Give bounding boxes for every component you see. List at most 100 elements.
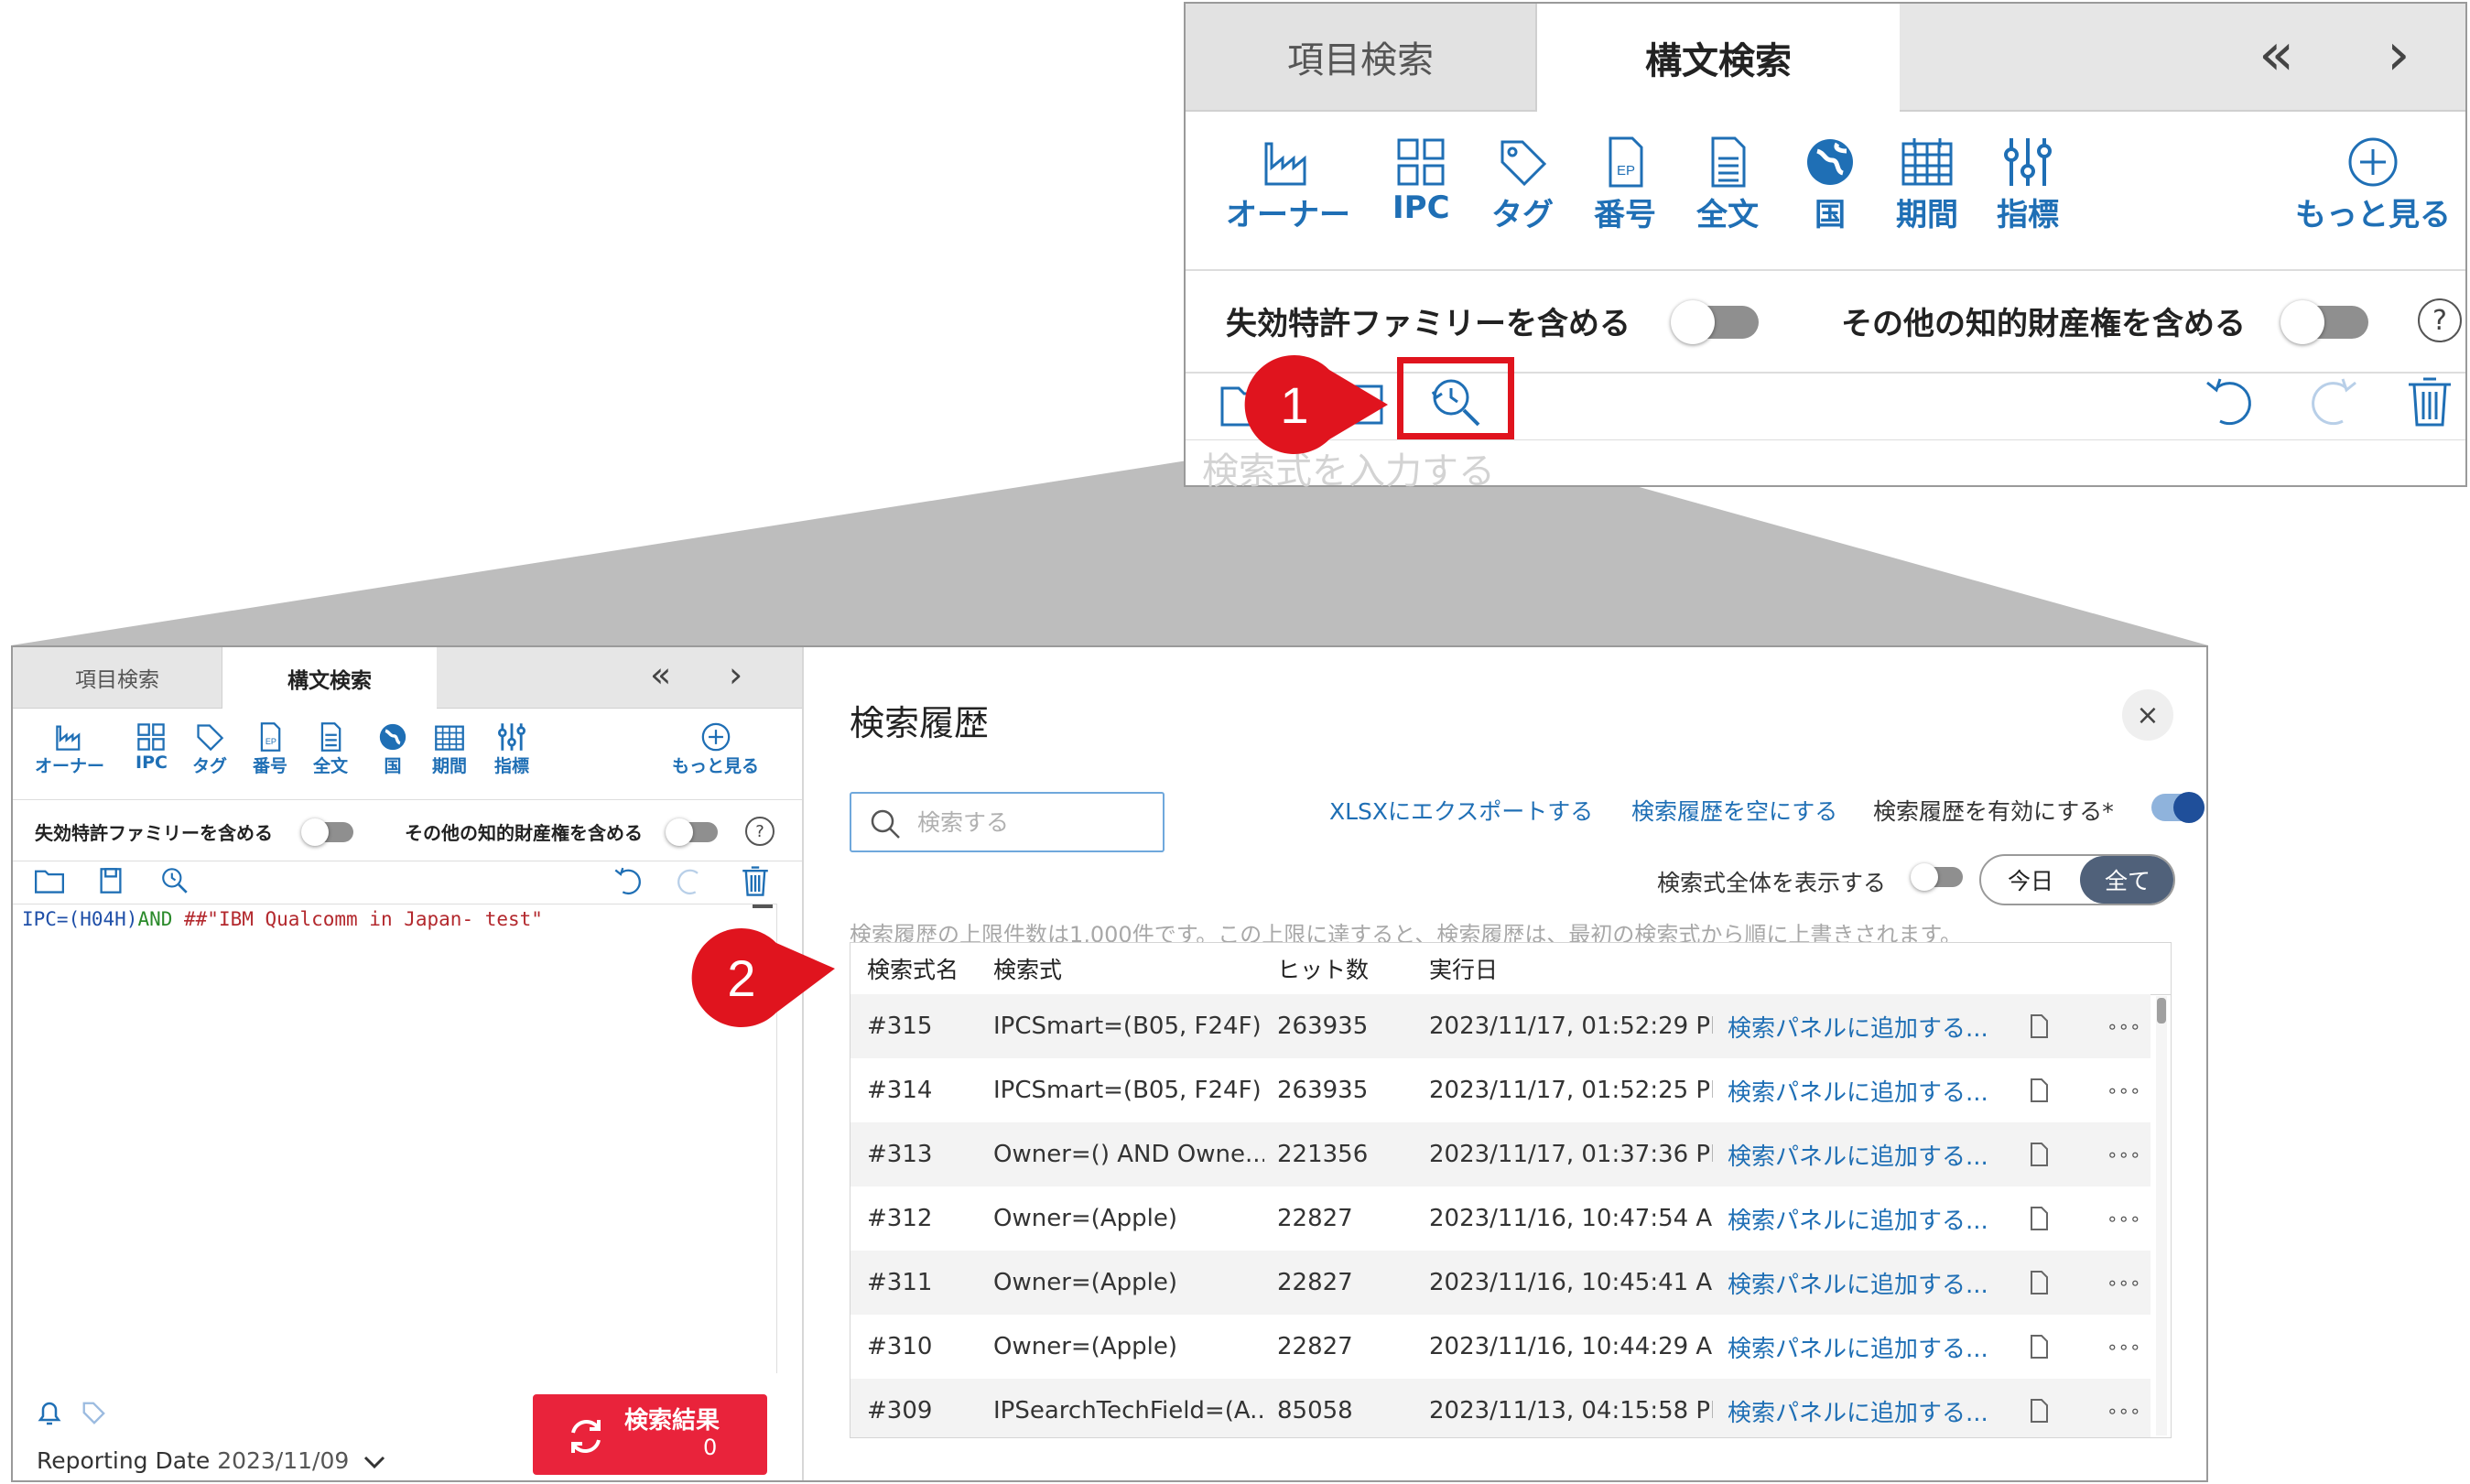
copy-icon[interactable] bbox=[2028, 1315, 2050, 1379]
redo-icon[interactable] bbox=[2308, 377, 2359, 428]
copy-icon[interactable] bbox=[2028, 1058, 2050, 1122]
search-results-button[interactable]: 検索結果 0 bbox=[533, 1394, 767, 1475]
trash-icon[interactable] bbox=[742, 865, 769, 896]
more-options-icon[interactable]: ∘∘∘ bbox=[2107, 1315, 2141, 1379]
tab-field-search[interactable]: 項目検索 bbox=[1186, 4, 1537, 110]
table-scrollbar[interactable] bbox=[2156, 996, 2167, 1435]
factory-icon bbox=[56, 725, 81, 751]
period-tool[interactable]: 期間 bbox=[1896, 136, 1958, 234]
include-other-ip-toggle[interactable] bbox=[666, 818, 718, 846]
segment-today[interactable]: 今日 bbox=[1981, 856, 2080, 904]
add-to-panel-link[interactable]: 検索パネルに追加する... bbox=[1728, 1251, 1988, 1315]
more-options-icon[interactable]: ∘∘∘ bbox=[2107, 1379, 2141, 1437]
owner-tool[interactable]: オーナー bbox=[35, 722, 104, 777]
country-tool[interactable]: 国 bbox=[377, 722, 408, 777]
help-icon[interactable]: ? bbox=[745, 817, 775, 846]
close-button[interactable]: × bbox=[2122, 689, 2173, 741]
tag-tool[interactable]: タグ bbox=[192, 722, 227, 777]
table-row[interactable]: #314 IPCSmart=(B05, F24F) 263935 2023/11… bbox=[850, 1058, 2150, 1122]
row-name: #313 bbox=[867, 1141, 933, 1168]
include-lapsed-toggle[interactable] bbox=[301, 818, 353, 846]
add-to-panel-link[interactable]: 検索パネルに追加する... bbox=[1728, 1379, 1988, 1437]
tool-label: 指標 bbox=[494, 756, 530, 776]
redo-icon[interactable] bbox=[676, 867, 705, 896]
table-row[interactable]: #311 Owner=(Apple) 22827 2023/11/16, 10:… bbox=[850, 1251, 2150, 1315]
callout-marker-2: 2 bbox=[687, 923, 842, 1033]
export-xlsx-link[interactable]: XLSXにエクスポートする bbox=[1329, 794, 1593, 827]
add-to-panel-link[interactable]: 検索パネルに追加する... bbox=[1728, 1186, 1988, 1251]
tag-icon[interactable] bbox=[81, 1400, 106, 1425]
table-row[interactable]: #310 Owner=(Apple) 22827 2023/11/16, 10:… bbox=[850, 1315, 2150, 1379]
column-header-date[interactable]: 実行日 bbox=[1429, 943, 1498, 994]
owner-tool[interactable]: オーナー bbox=[1226, 136, 1350, 234]
help-icon[interactable]: ? bbox=[2418, 298, 2462, 342]
number-tool[interactable]: EP 番号 bbox=[253, 722, 287, 777]
collapse-panel-button[interactable]: « bbox=[650, 655, 671, 695]
indicator-tool[interactable]: 指標 bbox=[1997, 136, 2059, 234]
copy-icon[interactable] bbox=[2028, 1122, 2050, 1186]
history-search-box[interactable] bbox=[850, 792, 1165, 852]
history-search-input[interactable] bbox=[915, 803, 1157, 841]
more-options-icon[interactable]: ∘∘∘ bbox=[2107, 1251, 2141, 1315]
copy-icon[interactable] bbox=[2028, 994, 2050, 1058]
globe-icon bbox=[379, 723, 406, 751]
segment-all[interactable]: 全て bbox=[2080, 856, 2173, 904]
add-to-panel-link[interactable]: 検索パネルに追加する... bbox=[1728, 1315, 1988, 1379]
number-tool[interactable]: EP 番号 bbox=[1594, 136, 1656, 234]
add-to-panel-link[interactable]: 検索パネルに追加する... bbox=[1728, 1122, 1988, 1186]
indicator-tool[interactable]: 指標 bbox=[494, 722, 529, 777]
copy-icon[interactable] bbox=[2028, 1186, 2050, 1251]
include-lapsed-toggle[interactable] bbox=[1671, 300, 1759, 344]
bell-icon[interactable] bbox=[37, 1400, 62, 1427]
undo-icon[interactable] bbox=[2204, 377, 2255, 428]
query-editor[interactable]: IPC=(H04H)AND ##"IBM Qualcomm in Japan- … bbox=[13, 904, 777, 1373]
history-button-highlight bbox=[1397, 357, 1514, 439]
row-hits: 22827 bbox=[1277, 1333, 1353, 1360]
more-options-icon[interactable]: ∘∘∘ bbox=[2107, 994, 2141, 1058]
undo-icon[interactable] bbox=[613, 867, 643, 896]
tag-tool[interactable]: タグ bbox=[1491, 136, 1554, 234]
save-icon[interactable] bbox=[97, 867, 125, 894]
next-tab-button[interactable]: › bbox=[2387, 22, 2410, 88]
copy-icon[interactable] bbox=[2028, 1251, 2050, 1315]
table-row[interactable]: #313 Owner=() AND Owne... 221356 2023/11… bbox=[850, 1122, 2150, 1186]
country-tool[interactable]: 国 bbox=[1803, 136, 1858, 234]
table-row[interactable]: #315 IPCSmart=(B05, F24F) 263935 2023/11… bbox=[850, 994, 2150, 1058]
include-other-ip-toggle[interactable] bbox=[2280, 300, 2368, 344]
clear-history-link[interactable]: 検索履歴を空にする bbox=[1631, 794, 1837, 827]
column-header-query[interactable]: 検索式 bbox=[993, 943, 1062, 994]
tab-field-search[interactable]: 項目検索 bbox=[13, 647, 222, 708]
folder-icon[interactable] bbox=[35, 867, 64, 894]
ipc-tool[interactable]: IPC bbox=[1392, 136, 1450, 226]
fulltext-tool[interactable]: 全文 bbox=[313, 722, 348, 777]
next-tab-button[interactable]: › bbox=[729, 655, 742, 695]
more-options-icon[interactable]: ∘∘∘ bbox=[2107, 1122, 2141, 1186]
trash-icon[interactable] bbox=[2407, 375, 2453, 427]
enable-history-toggle[interactable] bbox=[2151, 792, 2205, 823]
more-options-icon[interactable]: ∘∘∘ bbox=[2107, 1058, 2141, 1122]
plus-circle-icon bbox=[2348, 137, 2398, 187]
reporting-date[interactable]: Reporting Date 2023/11/09 bbox=[37, 1447, 385, 1474]
table-row[interactable]: #309 IPSearchTechField=(A... 85058 2023/… bbox=[850, 1379, 2150, 1437]
ipc-tool[interactable]: IPC bbox=[135, 722, 168, 773]
period-tool[interactable]: 期間 bbox=[432, 722, 467, 777]
copy-icon[interactable] bbox=[2028, 1379, 2050, 1437]
table-row[interactable]: #312 Owner=(Apple) 22827 2023/11/16, 10:… bbox=[850, 1186, 2150, 1251]
chevron-down-icon[interactable] bbox=[363, 1455, 385, 1469]
more-tool[interactable]: もっと見る bbox=[2295, 136, 2451, 234]
column-header-hits[interactable]: ヒット数 bbox=[1277, 943, 1369, 994]
callout-number: 1 bbox=[1280, 375, 1309, 434]
more-tool[interactable]: もっと見る bbox=[672, 722, 759, 777]
add-to-panel-link[interactable]: 検索パネルに追加する... bbox=[1728, 994, 1988, 1058]
collapse-panel-button[interactable]: « bbox=[2259, 22, 2294, 88]
search-history-icon[interactable] bbox=[159, 865, 190, 894]
more-options-icon[interactable]: ∘∘∘ bbox=[2107, 1186, 2141, 1251]
add-to-panel-link[interactable]: 検索パネルに追加する... bbox=[1728, 1058, 1988, 1122]
row-query: IPSearchTechField=(A... bbox=[993, 1397, 1264, 1424]
column-header-name[interactable]: 検索式名 bbox=[867, 943, 959, 994]
show-full-query-toggle[interactable] bbox=[1911, 863, 1963, 891]
fulltext-tool[interactable]: 全文 bbox=[1696, 136, 1759, 234]
tab-syntax-search[interactable]: 構文検索 bbox=[1537, 4, 1900, 112]
row-date: 2023/11/16, 10:47:54 A... bbox=[1429, 1205, 1713, 1232]
tab-syntax-search[interactable]: 構文検索 bbox=[222, 647, 437, 709]
